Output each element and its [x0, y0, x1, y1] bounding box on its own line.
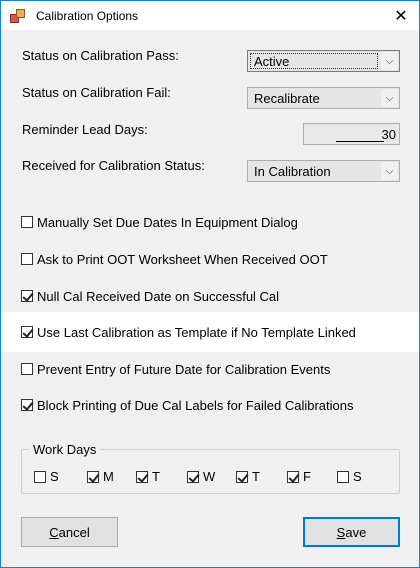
work-days-title: Work Days: [29, 442, 101, 457]
chevron-down-icon[interactable]: ⌵: [381, 89, 398, 107]
dialog-content: Status on Calibration Pass: Active ⌵ Sta…: [1, 30, 419, 567]
window-title: Calibration Options: [36, 8, 139, 23]
checkbox[interactable]: [21, 363, 33, 375]
value-underline: [336, 141, 384, 142]
checkbox[interactable]: [21, 290, 33, 302]
checkbox[interactable]: [236, 470, 248, 483]
option-manual-due-dates[interactable]: Manually Set Due Dates In Equipment Dial…: [1, 209, 419, 235]
workday-friday[interactable]: F: [287, 469, 311, 484]
day-label: T: [252, 469, 260, 484]
workday-saturday[interactable]: S: [337, 469, 362, 484]
option-label: Use Last Calibration as Template if No T…: [37, 324, 356, 340]
title-bar: Calibration Options ✕: [1, 1, 419, 30]
app-icon: [10, 8, 26, 24]
day-label: W: [203, 469, 216, 484]
chevron-down-icon[interactable]: ⌵: [381, 52, 398, 70]
reminder-days-value: 30: [381, 127, 396, 142]
fail-status-label: Status on Calibration Fail:: [22, 85, 171, 100]
reminder-label: Reminder Lead Days:: [22, 122, 148, 137]
checkbox[interactable]: [337, 470, 349, 483]
fail-status-combo[interactable]: Recalibrate ⌵: [247, 87, 400, 109]
fail-status-value: Recalibrate: [254, 91, 320, 106]
workday-thursday[interactable]: T: [236, 469, 260, 484]
option-null-cal-received-date[interactable]: Null Cal Received Date on Successful Cal: [1, 283, 419, 309]
option-block-due-cal-labels[interactable]: Block Printing of Due Cal Labels for Fai…: [1, 392, 419, 418]
checkbox[interactable]: [287, 470, 299, 483]
cancel-button[interactable]: Cancel: [21, 517, 118, 547]
close-icon: ✕: [394, 7, 408, 25]
checkbox[interactable]: [136, 470, 148, 483]
save-label: ave: [345, 524, 367, 540]
workday-wednesday[interactable]: W: [187, 469, 215, 484]
day-label: S: [50, 469, 59, 484]
day-label: S: [353, 469, 362, 484]
option-label: Ask to Print OOT Worksheet When Received…: [37, 251, 328, 267]
received-status-value: In Calibration: [254, 164, 331, 179]
checkbox[interactable]: [21, 326, 33, 338]
checkbox[interactable]: [34, 470, 46, 483]
checkbox[interactable]: [187, 470, 199, 483]
pass-status-combo[interactable]: Active ⌵: [247, 50, 400, 72]
option-label: Prevent Entry of Future Date for Calibra…: [37, 361, 331, 377]
chevron-down-icon[interactable]: ⌵: [381, 162, 398, 180]
checkbox[interactable]: [21, 399, 33, 411]
checkbox[interactable]: [21, 216, 33, 228]
option-label: Null Cal Received Date on Successful Cal: [37, 288, 280, 304]
pass-status-value: Active: [254, 54, 290, 69]
option-label: Manually Set Due Dates In Equipment Dial…: [37, 214, 298, 230]
workday-tuesday[interactable]: T: [136, 469, 160, 484]
reminder-days-input[interactable]: 30: [303, 123, 400, 145]
checkbox[interactable]: [21, 253, 33, 265]
received-status-label: Received for Calibration Status:: [22, 158, 205, 173]
workday-monday[interactable]: M: [87, 469, 114, 484]
day-label: T: [152, 469, 160, 484]
close-button[interactable]: ✕: [383, 1, 419, 30]
option-label: Block Printing of Due Cal Labels for Fai…: [37, 397, 354, 413]
day-label: M: [103, 469, 114, 484]
cancel-label: ancel: [58, 524, 90, 540]
option-print-oot-worksheet[interactable]: Ask to Print OOT Worksheet When Received…: [1, 246, 419, 272]
save-mnemonic: S: [336, 524, 346, 540]
cancel-mnemonic: C: [49, 524, 59, 540]
option-prevent-future-date[interactable]: Prevent Entry of Future Date for Calibra…: [1, 356, 419, 382]
day-label: F: [303, 469, 311, 484]
workday-sunday[interactable]: S: [34, 469, 59, 484]
received-status-combo[interactable]: In Calibration ⌵: [247, 160, 400, 182]
checkbox[interactable]: [87, 470, 99, 483]
save-button[interactable]: Save: [303, 517, 400, 547]
option-last-cal-template[interactable]: Use Last Calibration as Template if No T…: [1, 312, 419, 352]
calibration-options-window: Calibration Options ✕ Status on Calibrat…: [0, 0, 420, 568]
pass-status-label: Status on Calibration Pass:: [22, 48, 179, 63]
